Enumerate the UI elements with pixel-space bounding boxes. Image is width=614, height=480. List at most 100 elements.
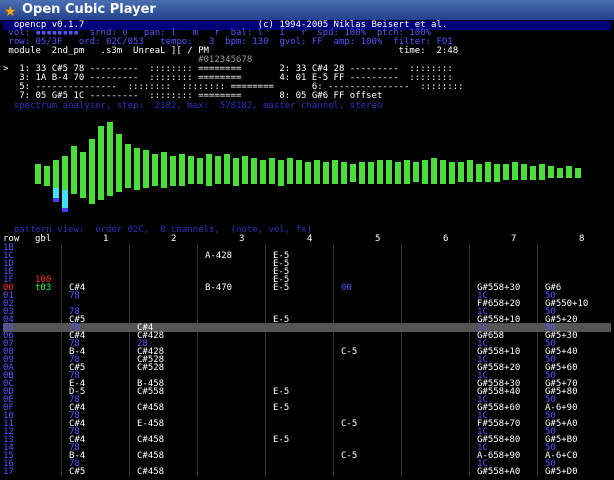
pattern-row-number: 17 [3, 467, 14, 477]
pattern-cell[interactable]: C#528 [137, 364, 164, 373]
pattern-col-separator [333, 244, 334, 477]
spectrum-bar [521, 164, 527, 180]
pattern-cell[interactable]: t03 [35, 284, 51, 293]
spectrum-bar [71, 146, 77, 194]
spectrum-bar [422, 160, 428, 184]
spectrum-bar [143, 150, 149, 188]
pattern-cell[interactable]: A-428 [205, 252, 232, 261]
pattern-col-header: 5 [375, 234, 381, 244]
spectrum-bar [161, 152, 167, 188]
pattern-cell[interactable]: E-5 [273, 284, 289, 293]
spectrum-bar [413, 162, 419, 182]
spectrum-bar [170, 156, 176, 186]
pattern-cell[interactable]: C#558 [137, 388, 164, 397]
spectrum-bar [242, 156, 248, 184]
spectrum-bar [395, 162, 401, 184]
spectrum-bar [89, 139, 95, 204]
spectrum-bar [224, 154, 230, 184]
pattern-cell[interactable]: C#5 [69, 468, 85, 477]
spectrum-bar [557, 168, 563, 178]
pattern-cell[interactable]: G#5+D0 [545, 468, 578, 477]
pattern-col-header: 7 [511, 234, 517, 244]
pattern-col-separator [197, 244, 198, 477]
pattern-cell[interactable]: E-5 [273, 388, 289, 397]
window-titlebar[interactable]: ★ Open Cubic Player [0, 0, 614, 20]
pattern-col-header: 6 [443, 234, 449, 244]
terminal-frame: opencp v0.1.7 (c) 1994-2005 Niklas Beise… [3, 20, 611, 477]
spectrum-bar [449, 162, 455, 184]
spectrum-bar [377, 160, 383, 184]
pattern-col-header: 8 [579, 234, 585, 244]
spectrum-label: spectrum analyser, step: 2182, max: 5781… [3, 101, 383, 111]
pattern-col-separator [61, 244, 62, 477]
pattern-cell[interactable]: 78 [69, 292, 80, 301]
spectrum-bar [305, 162, 311, 184]
pattern-cell[interactable]: 00 [341, 284, 352, 293]
spectrum-bar [197, 158, 203, 184]
spectrum-bar [260, 160, 266, 184]
spectrum-bar [431, 158, 437, 184]
pattern-cell[interactable]: C-5 [341, 452, 357, 461]
spectrum-peak [53, 188, 59, 198]
spectrum-bar [368, 162, 374, 184]
spectrum-bar [575, 168, 581, 178]
spectrum-bar [287, 158, 293, 184]
pattern-col-header: 3 [239, 234, 245, 244]
pattern-col-separator [265, 244, 266, 477]
pattern-cell[interactable]: E-5 [273, 404, 289, 413]
pattern-cell[interactable]: C#458 [137, 452, 164, 461]
channel-row[interactable]: 7: 05 G#5 1C --------- :::::::: ========… [3, 92, 382, 101]
pattern-cell[interactable]: G#558+A0 [477, 468, 520, 477]
spectrum-bar [458, 162, 464, 182]
spectrum-bar [125, 144, 131, 188]
spectrum-bar [53, 160, 59, 188]
pattern-cell[interactable]: E-458 [137, 420, 164, 429]
spectrum-bar [467, 160, 473, 182]
spectrum-peak-cap [53, 198, 59, 202]
pattern-cell[interactable]: B-470 [205, 284, 232, 293]
spectrum-bar [278, 160, 284, 186]
spectrum-analyser [35, 122, 581, 212]
spectrum-bar [323, 162, 329, 184]
spectrum-bar [548, 166, 554, 178]
spectrum-bar [512, 162, 518, 180]
spectrum-bar [440, 160, 446, 184]
spectrum-bar [116, 134, 122, 192]
spectrum-peak-cap [62, 208, 68, 212]
spectrum-bar [107, 122, 113, 196]
spectrum-bar [80, 152, 86, 198]
pattern-col-separator [469, 244, 470, 477]
pattern-cell[interactable]: E-5 [273, 436, 289, 445]
pattern-cell[interactable]: C#458 [137, 468, 164, 477]
spectrum-bar [152, 154, 158, 186]
window-title: Open Cubic Player [22, 2, 156, 17]
spectrum-bar [215, 156, 221, 184]
spectrum-bar [341, 162, 347, 184]
spectrum-bar [359, 162, 365, 184]
spectrum-bar [332, 160, 338, 184]
pattern-cell[interactable]: C-5 [341, 348, 357, 357]
pattern-cell[interactable]: C#458 [137, 436, 164, 445]
pattern-col-header: gbl [35, 234, 52, 244]
spectrum-bar [134, 148, 140, 190]
spectrum-bar [206, 154, 212, 186]
pattern-cell[interactable]: C#458 [137, 404, 164, 413]
spectrum-bar [233, 158, 239, 186]
spectrum-bar [530, 166, 536, 180]
spectrum-bar [44, 166, 50, 186]
spectrum-bar [251, 158, 257, 184]
spectrum-bar [503, 164, 509, 180]
spectrum-peak [62, 190, 68, 208]
spectrum-bar [188, 156, 194, 184]
spectrum-bar [350, 164, 356, 182]
spectrum-bar [179, 154, 185, 186]
spectrum-bar [566, 166, 572, 178]
pattern-cell[interactable]: C-5 [341, 420, 357, 429]
spectrum-bar [269, 158, 275, 184]
spectrum-bar [404, 160, 410, 184]
pattern-col-header: 1 [103, 234, 109, 244]
spectrum-bar [386, 160, 392, 184]
star-icon: ★ [4, 4, 17, 20]
spectrum-bar [476, 164, 482, 182]
pattern-col-separator [537, 244, 538, 477]
